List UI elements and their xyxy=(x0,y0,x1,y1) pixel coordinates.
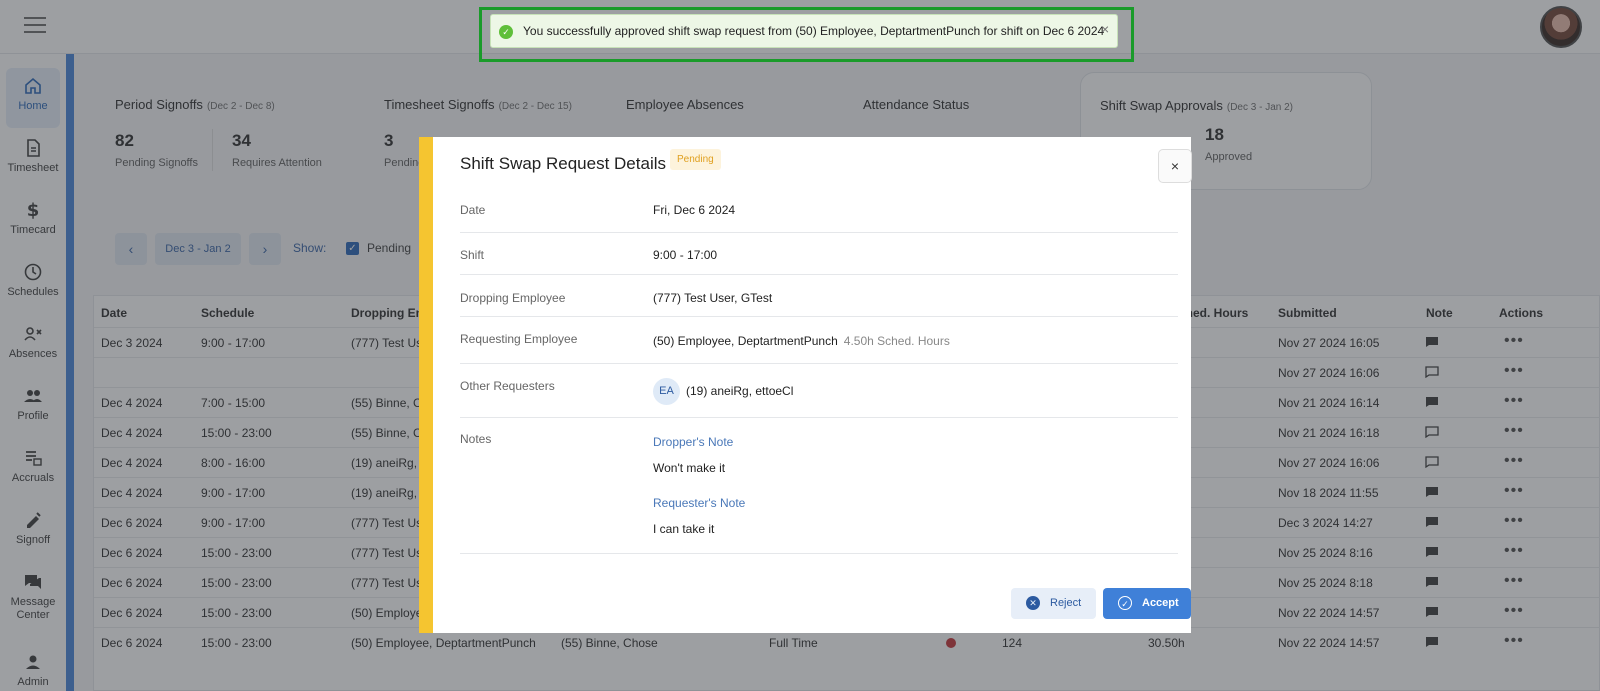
reject-icon: ✕ xyxy=(1026,596,1040,610)
requesting-employee-row: Requesting Employee (50) Employee, Depta… xyxy=(460,317,1178,364)
date-value: Fri, Dec 6 2024 xyxy=(653,203,736,217)
requesting-employee-name: (50) Employee, DeptartmentPunch xyxy=(653,334,838,348)
success-check-icon: ✓ xyxy=(499,25,513,39)
modal-title: Shift Swap Request Details xyxy=(460,154,666,173)
reject-label: Reject xyxy=(1050,597,1082,609)
requesting-sched-hours: 4.50h Sched. Hours xyxy=(843,334,950,348)
notes-row: Notes Dropper's Note Won't make it Reque… xyxy=(460,418,1178,554)
success-toast: ✓ You successfully approved shift swap r… xyxy=(490,14,1118,48)
date-row: Date Fri, Dec 6 2024 xyxy=(460,187,1178,233)
dropping-employee-value: (777) Test User, GTest xyxy=(653,291,773,305)
other-requesters-label: Other Requesters xyxy=(460,379,555,393)
other-requesters-row: Other Requesters EA (19) aneiRg, ettoeCl xyxy=(460,364,1178,418)
droppers-note: Won't make it xyxy=(653,461,726,475)
status-badge: Pending xyxy=(670,149,721,170)
toast-message: You successfully approved shift swap req… xyxy=(523,24,1105,38)
accept-button[interactable]: ✓ Accept xyxy=(1103,588,1191,619)
dropping-employee-row: Dropping Employee (777) Test User, GTest xyxy=(460,275,1178,317)
requesters-note-label: Requester's Note xyxy=(653,496,746,510)
other-requester-name[interactable]: (19) aneiRg, ettoeCl xyxy=(686,384,793,398)
shift-swap-details-modal: Shift Swap Request Details Pending × Dat… xyxy=(419,137,1192,633)
modal-close-button[interactable]: × xyxy=(1158,149,1192,183)
requesters-note: I can take it xyxy=(653,522,715,536)
dropping-employee-label: Dropping Employee xyxy=(460,291,566,305)
accept-check-icon: ✓ xyxy=(1118,596,1132,610)
date-label: Date xyxy=(460,203,486,217)
shift-label: Shift xyxy=(460,248,485,262)
shift-value: 9:00 - 17:00 xyxy=(653,248,718,262)
droppers-note-label: Dropper's Note xyxy=(653,435,734,449)
reject-button[interactable]: ✕ Reject xyxy=(1011,588,1096,619)
requester-initials-avatar: EA xyxy=(653,378,680,405)
requesting-employee-value: (50) Employee, DeptartmentPunch 4.50h Sch… xyxy=(653,334,950,348)
shift-row: Shift 9:00 - 17:00 xyxy=(460,233,1178,275)
accept-label: Accept xyxy=(1142,597,1179,609)
notes-label: Notes xyxy=(460,432,492,446)
toast-close-button[interactable]: × xyxy=(1101,21,1109,37)
requesting-employee-label: Requesting Employee xyxy=(460,332,578,346)
